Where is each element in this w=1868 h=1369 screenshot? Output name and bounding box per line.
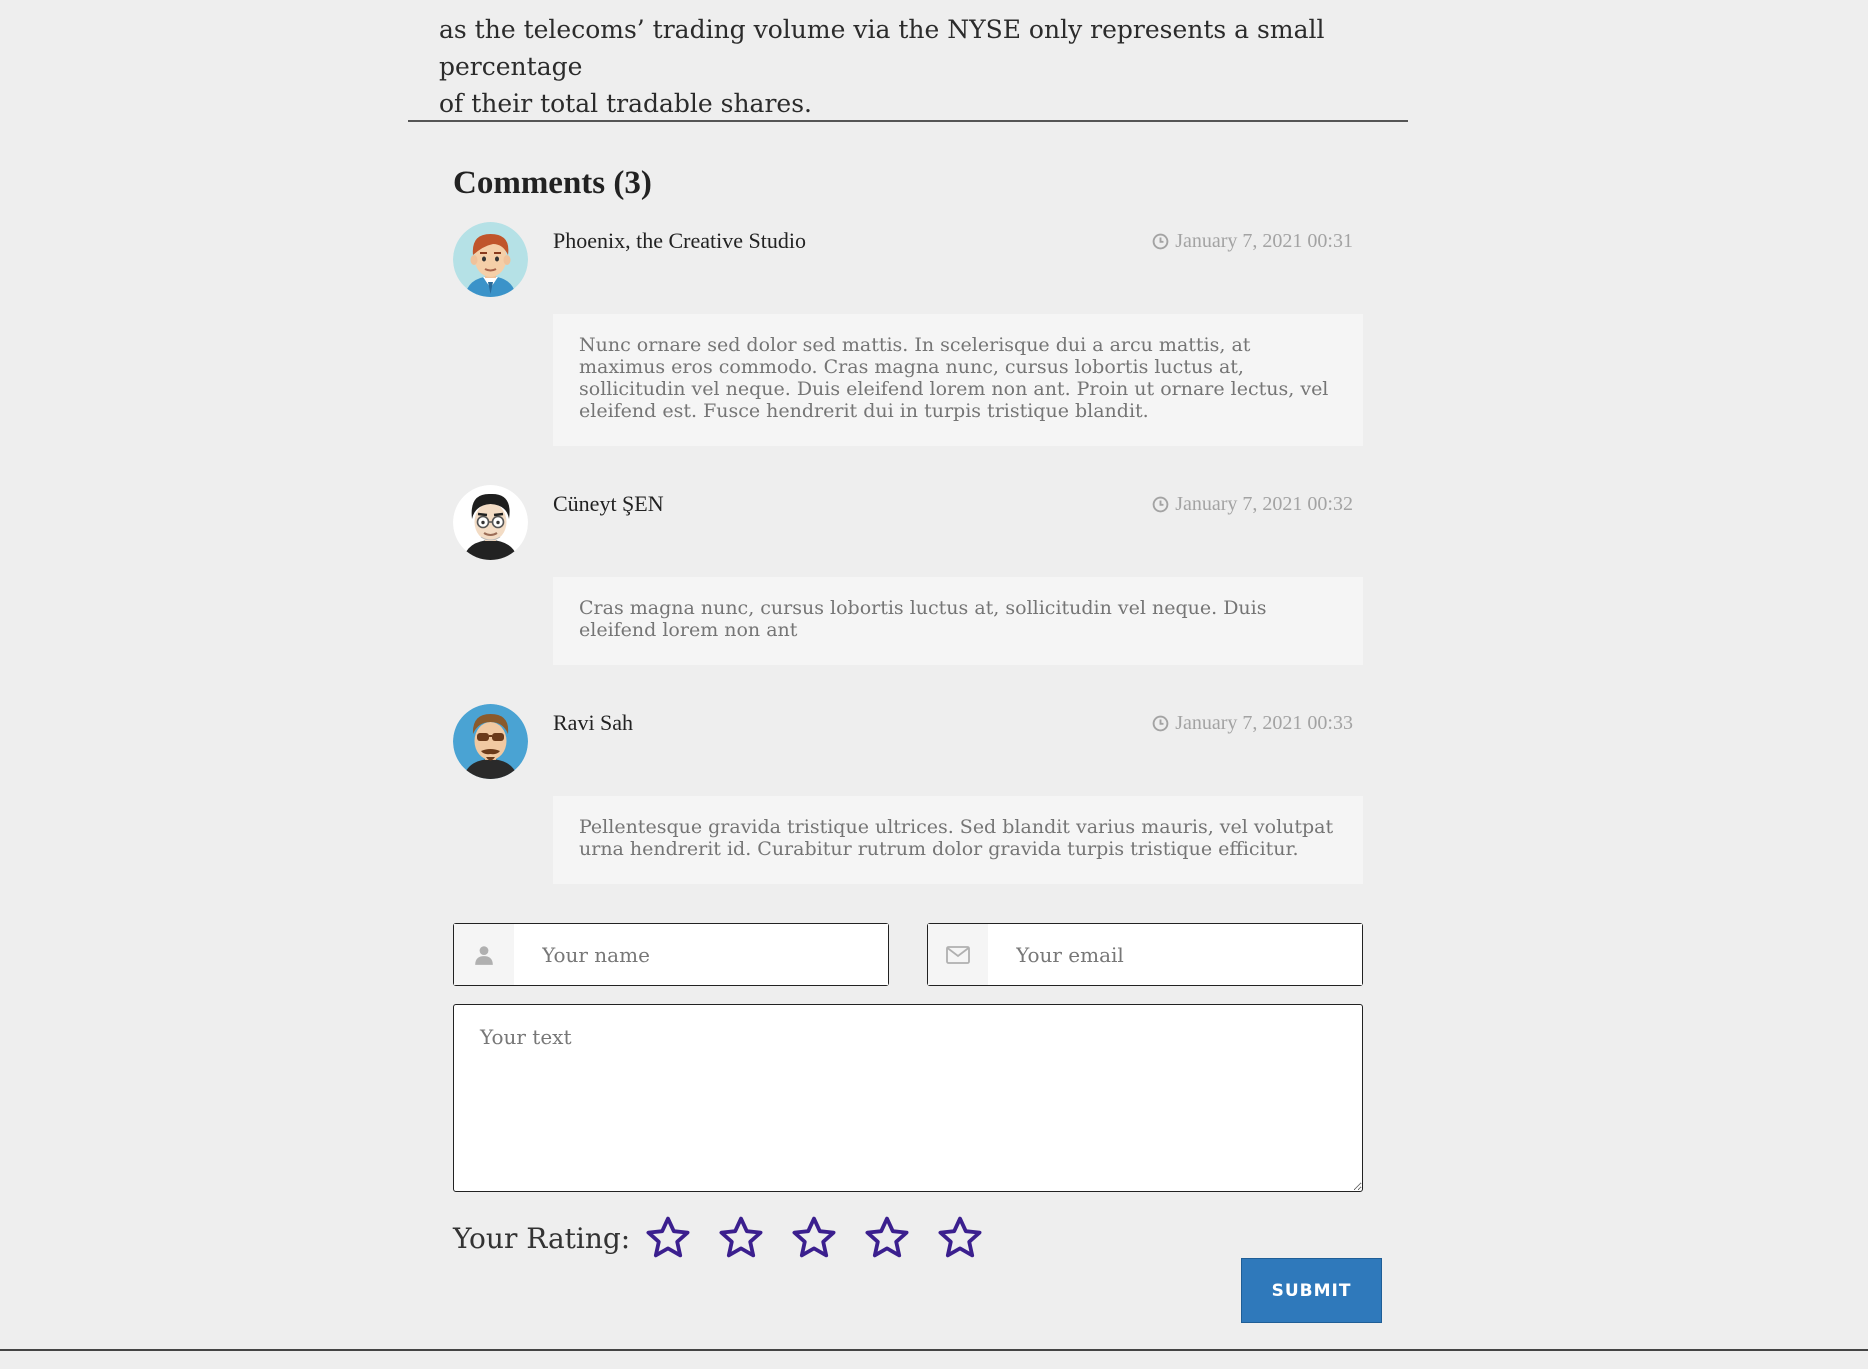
article-line: of their total tradable shares. — [439, 89, 812, 118]
article-text: as the telecoms’ trading volume via the … — [439, 0, 1399, 122]
clock-icon — [1152, 233, 1169, 250]
comment-body: Nunc ornare sed dolor sed mattis. In sce… — [553, 314, 1363, 446]
comment-date-text: January 7, 2021 00:33 — [1175, 712, 1353, 734]
star-icon[interactable] — [644, 1214, 692, 1262]
comments-page: as the telecoms’ trading volume via the … — [0, 0, 1868, 1369]
avatar-glasses-man-icon — [453, 485, 528, 560]
comment-body: Cras magna nunc, cursus lobortis luctus … — [553, 577, 1363, 665]
clock-icon — [1152, 715, 1169, 732]
footer-divider — [0, 1349, 1868, 1351]
name-input[interactable] — [514, 924, 888, 985]
comment-author: Ravi Sah — [553, 710, 634, 735]
user-icon — [454, 924, 514, 985]
envelope-icon — [928, 924, 988, 985]
comments-title: Comments (3) — [453, 165, 652, 201]
rating-widget: Your Rating: — [453, 1214, 1001, 1262]
section-divider — [408, 120, 1408, 122]
avatar-sunglasses-man-icon — [453, 704, 528, 779]
comment-date: January 7, 2021 00:33 — [1152, 712, 1353, 735]
avatar-red-hair-man-icon — [453, 222, 528, 297]
email-field — [927, 923, 1363, 986]
comment-date-text: January 7, 2021 00:32 — [1175, 493, 1353, 515]
submit-button[interactable]: SUBMIT — [1241, 1258, 1382, 1323]
name-field — [453, 923, 889, 986]
comment-author: Cüneyt ŞEN — [553, 491, 664, 516]
article-line: as the telecoms’ trading volume via the … — [439, 15, 1325, 81]
clock-icon — [1152, 496, 1169, 513]
star-icon[interactable] — [790, 1214, 838, 1262]
star-icon[interactable] — [863, 1214, 911, 1262]
article-line-cut — [439, 0, 1399, 11]
rating-label: Your Rating: — [453, 1221, 631, 1255]
comment-date: January 7, 2021 00:31 — [1152, 230, 1353, 253]
email-input[interactable] — [988, 924, 1362, 985]
star-icon[interactable] — [717, 1214, 765, 1262]
comment-body: Pellentesque gravida tristique ultrices.… — [553, 796, 1363, 884]
comment-textarea[interactable] — [453, 1004, 1363, 1192]
comment-author: Phoenix, the Creative Studio — [553, 228, 806, 253]
comment-date: January 7, 2021 00:32 — [1152, 493, 1353, 516]
star-icon[interactable] — [936, 1214, 984, 1262]
comment-date-text: January 7, 2021 00:31 — [1175, 230, 1353, 252]
